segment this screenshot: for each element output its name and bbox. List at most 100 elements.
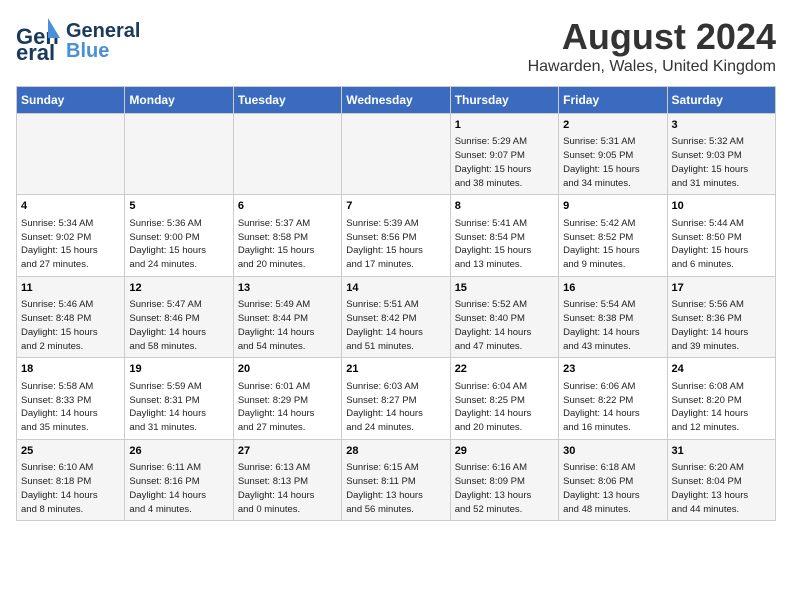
calendar-cell: 31 Sunrise: 6:20 AM Sunset: 8:04 PM Dayli… (667, 439, 775, 520)
calendar-cell: 22 Sunrise: 6:04 AM Sunset: 8:25 PM Dayli… (450, 358, 558, 439)
day-info: Sunrise: 5:31 AM Sunset: 9:05 PM Dayligh… (563, 135, 662, 190)
day-number: 11 (21, 281, 120, 296)
day-number: 8 (455, 199, 554, 214)
day-info: Sunrise: 5:29 AM Sunset: 9:07 PM Dayligh… (455, 135, 554, 190)
calendar-cell: 14Sunrise: 5:51 AM Sunset: 8:42 PM Dayli… (342, 276, 450, 357)
calendar-cell: 30Sunrise: 6:18 AM Sunset: 8:06 PM Dayli… (559, 439, 667, 520)
day-info: Sunrise: 6:16 AM Sunset: 8:09 PM Dayligh… (455, 461, 554, 516)
calendar-cell: 20 Sunrise: 6:01 AM Sunset: 8:29 PM Dayli… (233, 358, 341, 439)
day-info: Sunrise: 5:34 AM Sunset: 9:02 PM Dayligh… (21, 217, 120, 272)
calendar-cell: 1Sunrise: 5:29 AM Sunset: 9:07 PM Daylig… (450, 114, 558, 195)
day-number: 25 (21, 444, 120, 459)
day-info: Sunrise: 5:47 AM Sunset: 8:46 PM Dayligh… (129, 298, 228, 353)
header-saturday: Saturday (667, 87, 775, 114)
day-number: 10 (672, 199, 771, 214)
day-number: 29 (455, 444, 554, 459)
day-number: 13 (238, 281, 337, 296)
calendar-cell: 17 Sunrise: 5:56 AM Sunset: 8:36 PM Dayli… (667, 276, 775, 357)
calendar-cell (125, 114, 233, 195)
calendar-cell: 19 Sunrise: 5:59 AM Sunset: 8:31 PM Dayli… (125, 358, 233, 439)
day-number: 23 (563, 362, 662, 377)
calendar-cell: 8 Sunrise: 5:41 AM Sunset: 8:54 PM Daylig… (450, 195, 558, 276)
day-number: 2 (563, 118, 662, 133)
day-info: Sunrise: 5:39 AM Sunset: 8:56 PM Dayligh… (346, 217, 445, 272)
day-number: 24 (672, 362, 771, 377)
logo-blue: Blue (66, 41, 140, 61)
day-info: Sunrise: 6:06 AM Sunset: 8:22 PM Dayligh… (563, 380, 662, 435)
calendar-cell: 29 Sunrise: 6:16 AM Sunset: 8:09 PM Dayli… (450, 439, 558, 520)
header: Gen eral General Blue August 2024 Haward… (16, 16, 776, 76)
header-row: SundayMondayTuesdayWednesdayThursdayFrid… (17, 87, 776, 114)
day-number: 15 (455, 281, 554, 296)
calendar-cell: 25 Sunrise: 6:10 AM Sunset: 8:18 PM Dayli… (17, 439, 125, 520)
calendar-cell: 13 Sunrise: 5:49 AM Sunset: 8:44 PM Dayli… (233, 276, 341, 357)
day-info: Sunrise: 6:03 AM Sunset: 8:27 PM Dayligh… (346, 380, 445, 435)
header-tuesday: Tuesday (233, 87, 341, 114)
calendar-cell: 24Sunrise: 6:08 AM Sunset: 8:20 PM Dayli… (667, 358, 775, 439)
day-info: Sunrise: 5:59 AM Sunset: 8:31 PM Dayligh… (129, 380, 228, 435)
day-info: Sunrise: 5:32 AM Sunset: 9:03 PM Dayligh… (672, 135, 771, 190)
day-info: Sunrise: 5:36 AM Sunset: 9:00 PM Dayligh… (129, 217, 228, 272)
calendar-cell: 2 Sunrise: 5:31 AM Sunset: 9:05 PM Daylig… (559, 114, 667, 195)
day-number: 5 (129, 199, 228, 214)
week-row-1: 1Sunrise: 5:29 AM Sunset: 9:07 PM Daylig… (17, 114, 776, 195)
day-number: 22 (455, 362, 554, 377)
day-info: Sunrise: 6:04 AM Sunset: 8:25 PM Dayligh… (455, 380, 554, 435)
calendar-cell: 9Sunrise: 5:42 AM Sunset: 8:52 PM Daylig… (559, 195, 667, 276)
day-number: 14 (346, 281, 445, 296)
day-info: Sunrise: 5:49 AM Sunset: 8:44 PM Dayligh… (238, 298, 337, 353)
day-info: Sunrise: 6:01 AM Sunset: 8:29 PM Dayligh… (238, 380, 337, 435)
title-area: August 2024 Hawarden, Wales, United King… (528, 16, 776, 76)
day-number: 12 (129, 281, 228, 296)
day-info: Sunrise: 5:46 AM Sunset: 8:48 PM Dayligh… (21, 298, 120, 353)
calendar-cell: 26 Sunrise: 6:11 AM Sunset: 8:16 PM Dayli… (125, 439, 233, 520)
calendar-cell: 12 Sunrise: 5:47 AM Sunset: 8:46 PM Dayli… (125, 276, 233, 357)
calendar-cell: 27 Sunrise: 6:13 AM Sunset: 8:13 PM Dayli… (233, 439, 341, 520)
calendar-cell: 10 Sunrise: 5:44 AM Sunset: 8:50 PM Dayli… (667, 195, 775, 276)
header-thursday: Thursday (450, 87, 558, 114)
day-number: 17 (672, 281, 771, 296)
day-info: Sunrise: 6:13 AM Sunset: 8:13 PM Dayligh… (238, 461, 337, 516)
day-info: Sunrise: 5:41 AM Sunset: 8:54 PM Dayligh… (455, 217, 554, 272)
calendar-cell: 21 Sunrise: 6:03 AM Sunset: 8:27 PM Dayli… (342, 358, 450, 439)
day-number: 16 (563, 281, 662, 296)
day-number: 26 (129, 444, 228, 459)
month-title: August 2024 (528, 16, 776, 58)
day-info: Sunrise: 6:20 AM Sunset: 8:04 PM Dayligh… (672, 461, 771, 516)
day-number: 20 (238, 362, 337, 377)
day-number: 7 (346, 199, 445, 214)
day-info: Sunrise: 5:56 AM Sunset: 8:36 PM Dayligh… (672, 298, 771, 353)
header-wednesday: Wednesday (342, 87, 450, 114)
calendar-cell (342, 114, 450, 195)
day-number: 31 (672, 444, 771, 459)
calendar-cell: 4Sunrise: 5:34 AM Sunset: 9:02 PM Daylig… (17, 195, 125, 276)
calendar-cell: 23 Sunrise: 6:06 AM Sunset: 8:22 PM Dayli… (559, 358, 667, 439)
day-number: 30 (563, 444, 662, 459)
calendar-cell (17, 114, 125, 195)
day-number: 27 (238, 444, 337, 459)
logo-general: General (66, 21, 140, 41)
location-title: Hawarden, Wales, United Kingdom (528, 58, 776, 76)
day-info: Sunrise: 6:11 AM Sunset: 8:16 PM Dayligh… (129, 461, 228, 516)
calendar-table: SundayMondayTuesdayWednesdayThursdayFrid… (16, 86, 776, 521)
calendar-cell: 15 Sunrise: 5:52 AM Sunset: 8:40 PM Dayli… (450, 276, 558, 357)
week-row-3: 11 Sunrise: 5:46 AM Sunset: 8:48 PM Dayli… (17, 276, 776, 357)
logo-icon: Gen eral (16, 16, 60, 60)
logo: Gen eral General Blue (16, 16, 140, 65)
calendar-cell: 18Sunrise: 5:58 AM Sunset: 8:33 PM Dayli… (17, 358, 125, 439)
day-number: 19 (129, 362, 228, 377)
calendar-cell: 11 Sunrise: 5:46 AM Sunset: 8:48 PM Dayli… (17, 276, 125, 357)
day-info: Sunrise: 6:10 AM Sunset: 8:18 PM Dayligh… (21, 461, 120, 516)
day-info: Sunrise: 5:44 AM Sunset: 8:50 PM Dayligh… (672, 217, 771, 272)
week-row-4: 18Sunrise: 5:58 AM Sunset: 8:33 PM Dayli… (17, 358, 776, 439)
day-number: 9 (563, 199, 662, 214)
header-sunday: Sunday (17, 87, 125, 114)
day-info: Sunrise: 5:58 AM Sunset: 8:33 PM Dayligh… (21, 380, 120, 435)
day-info: Sunrise: 6:15 AM Sunset: 8:11 PM Dayligh… (346, 461, 445, 516)
week-row-2: 4Sunrise: 5:34 AM Sunset: 9:02 PM Daylig… (17, 195, 776, 276)
calendar-cell: 5 Sunrise: 5:36 AM Sunset: 9:00 PM Daylig… (125, 195, 233, 276)
day-number: 21 (346, 362, 445, 377)
day-info: Sunrise: 5:52 AM Sunset: 8:40 PM Dayligh… (455, 298, 554, 353)
day-number: 3 (672, 118, 771, 133)
week-row-5: 25 Sunrise: 6:10 AM Sunset: 8:18 PM Dayli… (17, 439, 776, 520)
